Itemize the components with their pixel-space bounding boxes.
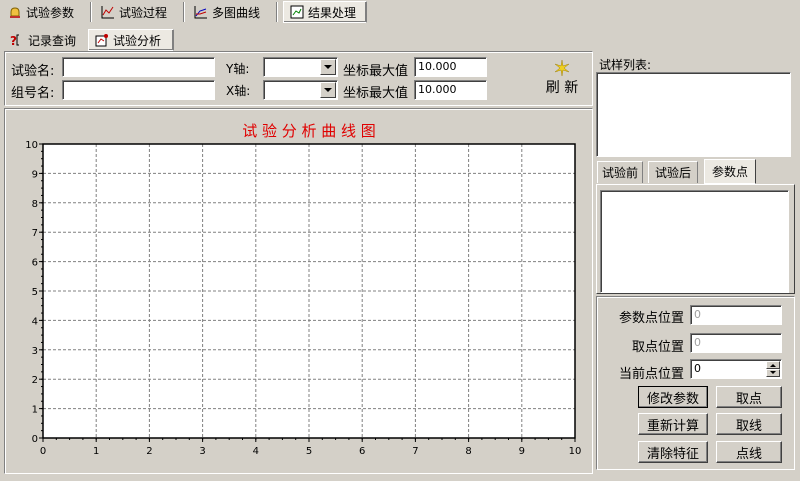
group-name-input[interactable] [62,80,215,100]
param-point-label: 参数点位置 [619,311,685,326]
x-tick-label: 1 [93,446,99,457]
y-tick-label: 8 [32,199,38,210]
tab-label: 试验前 [601,166,638,180]
y-axis-label: Y轴: [226,62,250,76]
take-point-label: 取点位置 [632,340,685,355]
point-line-button[interactable]: 点线 [716,441,782,463]
current-point-label: 当前点位置 [619,367,685,382]
tab-test-params[interactable]: 试验参数 [2,1,80,23]
tab-pre-test[interactable]: 试验前 [597,161,643,183]
y-tick-label: 6 [32,258,38,269]
y-tick-label: 5 [32,287,38,298]
group-name-label: 组号名: [11,86,55,101]
y-tick-label: 1 [32,405,38,416]
tab-multi-curve[interactable]: 多图曲线 [188,1,266,23]
tab-label: 多图曲线 [212,5,261,20]
tab-label: 结果处理 [308,5,357,20]
stepper-down-button[interactable] [766,369,780,377]
sample-list[interactable] [596,72,791,157]
x-axis-select[interactable] [263,80,338,100]
y-tick-label: 2 [32,375,38,386]
y-max-input[interactable]: 10.000 [414,57,487,77]
y-tick-label: 4 [32,316,38,327]
y-tick-label: 0 [32,434,38,445]
x-tick-label: 10 [569,446,582,457]
sparkle-icon [554,59,570,77]
tab-label: 记录查询 [28,33,77,48]
x-tick-label: 8 [465,446,471,457]
recalculate-button[interactable]: 重新计算 [638,413,708,435]
x-tick-label: 4 [253,446,259,457]
chart-title: 试 验 分 析 曲 线 图 [242,122,376,140]
x-max-label: 坐标最大值 [343,86,409,101]
sample-list-label: 试样列表: [599,58,652,72]
tab-test-analysis[interactable]: 试验分析 [88,29,174,51]
param-point-list[interactable] [600,190,789,293]
y-tick-label: 3 [32,346,38,357]
y-max-label: 坐标最大值 [343,64,409,79]
analysis-icon [95,34,108,47]
chevron-up-icon [770,364,776,367]
modify-params-button[interactable]: 修改参数 [638,386,708,408]
tab-label: 试验分析 [113,33,162,48]
test-name-input[interactable] [62,57,215,77]
chevron-down-icon[interactable] [320,59,336,75]
x-max-input[interactable]: 10.000 [414,80,487,100]
clear-features-button[interactable]: 清除特征 [638,441,708,463]
refresh-label: 刷 新 [545,80,579,96]
stepper-up-button[interactable] [766,361,780,369]
refresh-button[interactable]: 刷 新 [540,59,584,99]
param-point-input[interactable]: 0 [690,305,782,325]
tab-param-points[interactable]: 参数点 [704,159,756,184]
y-tick-label: 10 [25,140,38,151]
x-tick-label: 3 [199,446,205,457]
x-tick-label: 6 [359,446,365,457]
x-tick-label: 2 [146,446,152,457]
chart-icon [101,6,114,19]
svg-text:?: ? [10,34,17,47]
query-icon: ? [10,34,19,47]
y-axis-select[interactable] [263,57,338,77]
x-tick-label: 0 [40,446,46,457]
take-line-button[interactable]: 取线 [716,413,782,435]
x-tick-label: 9 [519,446,525,457]
analysis-chart: 试 验 分 析 曲 线 图 0 1 2 3 4 5 6 7 8 9 10 0 1 2 3 4 5 6 7 8 9 10 [25,122,582,457]
tab-label: 试验参数 [26,5,75,20]
x-tick-label: 5 [306,446,312,457]
tab-record-query[interactable]: ? 记录查询 [4,29,82,51]
x-tick-label: 7 [412,446,418,457]
tab-label: 参数点 [711,165,748,179]
tab-test-process[interactable]: 试验过程 [95,1,173,23]
result-icon [290,5,304,19]
take-point-button[interactable]: 取点 [716,386,782,408]
tab-post-test[interactable]: 试验后 [648,161,698,183]
y-tick-label: 9 [32,169,38,180]
x-axis-label: X轴: [226,84,251,98]
take-point-input[interactable]: 0 [690,333,782,353]
bell-icon [10,7,20,18]
chevron-down-icon [770,371,776,374]
tab-result-processing[interactable]: 结果处理 [283,1,367,23]
multi-chart-icon [194,6,207,19]
y-tick-label: 7 [32,228,38,239]
test-name-label: 试验名: [11,64,55,79]
tab-label: 试验后 [654,166,691,180]
tab-label: 试验过程 [119,5,168,20]
current-point-value: 0 [694,362,701,375]
chevron-down-icon[interactable] [320,82,336,98]
current-point-stepper[interactable]: 0 [690,359,782,379]
